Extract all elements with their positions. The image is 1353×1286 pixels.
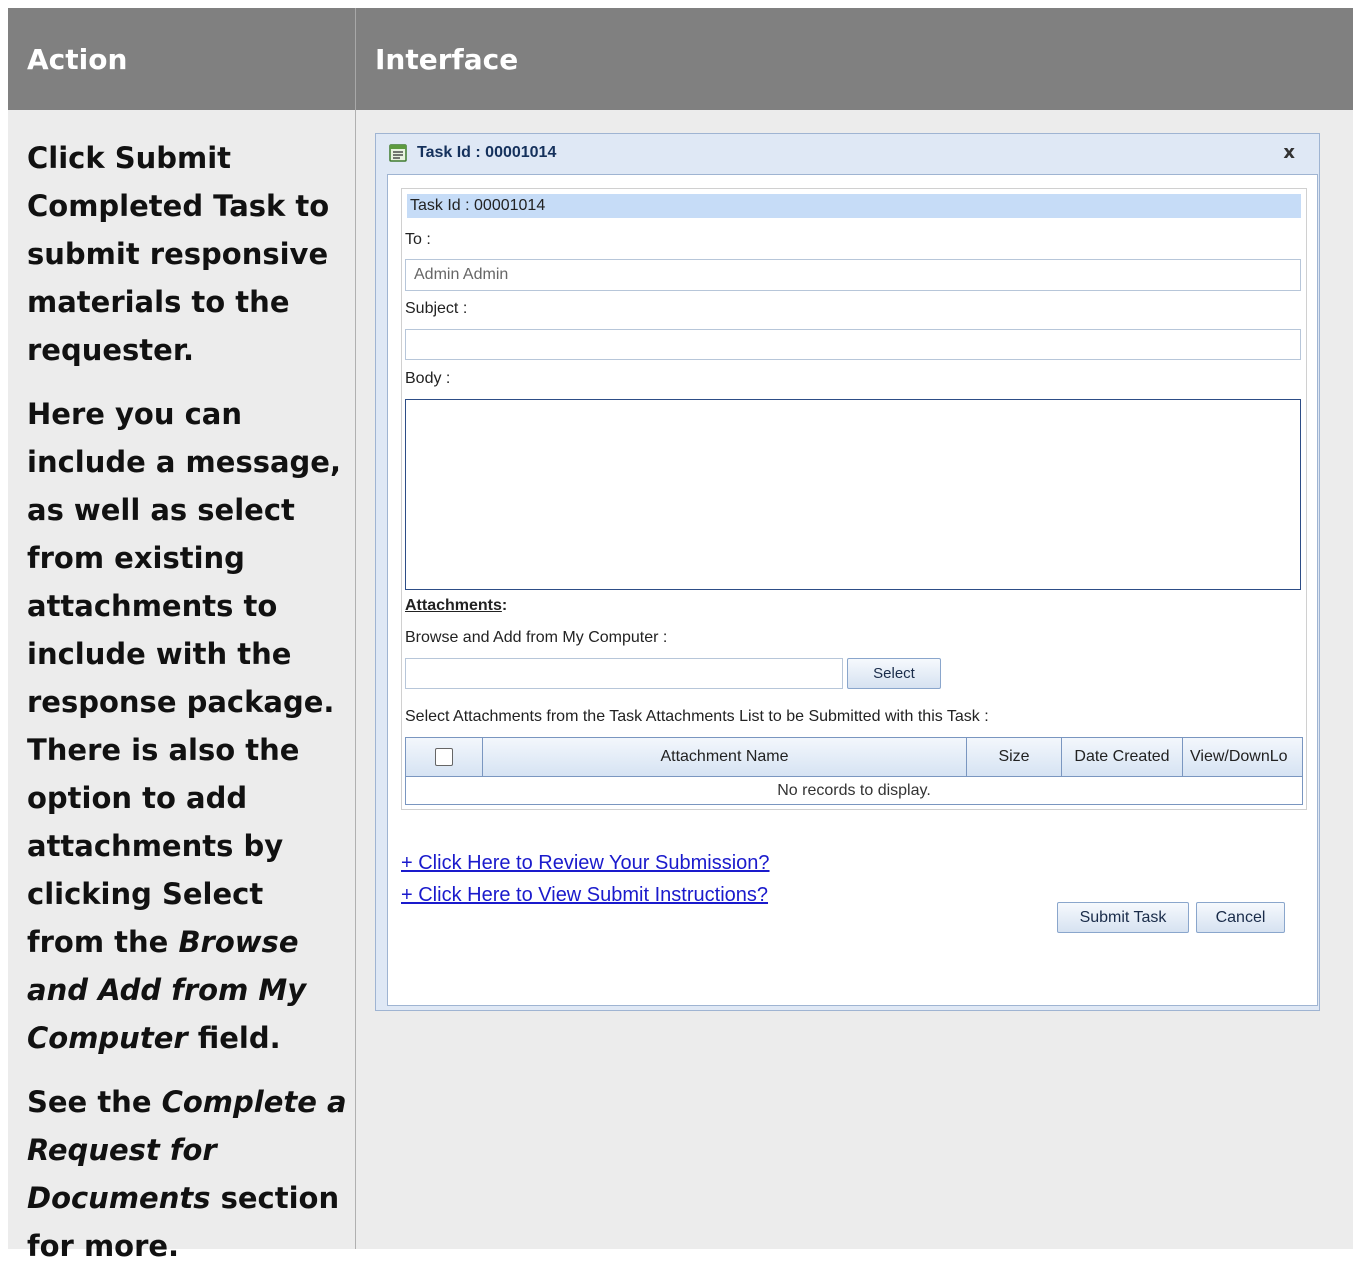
select-all-checkbox[interactable] [435, 748, 453, 766]
subject-label: Subject : [405, 300, 468, 317]
task-form-panel: Task Id : 00001014 To : Admin Admin Subj… [401, 188, 1307, 810]
close-icon[interactable]: x [1283, 142, 1295, 163]
grid-header: Attachment Name Size Date Created View/D… [406, 738, 1302, 777]
column-view-download[interactable]: View/DownLo [1183, 738, 1302, 776]
action-p3-text-a: See the [27, 1085, 162, 1119]
body-label: Body : [405, 370, 451, 387]
to-field[interactable]: Admin Admin [405, 259, 1301, 291]
instruction-table: Action Interface Click Submit Completed … [8, 8, 1353, 1263]
review-submission-link[interactable]: + Click Here to Review Your Submission? [401, 852, 770, 875]
select-file-button[interactable]: Select [847, 658, 941, 689]
subject-input[interactable] [405, 329, 1301, 360]
body-textarea[interactable] [405, 399, 1301, 590]
submit-task-button[interactable]: Submit Task [1057, 902, 1189, 933]
action-paragraph-2: Here you can include a message, as well … [27, 390, 347, 1062]
panel-header: Task Id : 00001014 [407, 194, 1301, 218]
header-interface: Interface [375, 42, 519, 76]
action-p2-text-b: field. [187, 1021, 281, 1055]
select-attachments-label: Select Attachments from the Task Attachm… [405, 708, 989, 725]
dialog-title: Task Id : 00001014 [417, 144, 557, 161]
attachments-label: Attachments [405, 597, 502, 614]
task-form-icon [389, 144, 407, 162]
column-attachment-name[interactable]: Attachment Name [483, 738, 967, 776]
column-size[interactable]: Size [967, 738, 1062, 776]
action-description: Click Submit Completed Task to submit re… [27, 134, 347, 1286]
attachments-colon: : [501, 597, 508, 614]
table-body-row: Click Submit Completed Task to submit re… [8, 110, 1353, 1263]
cancel-button[interactable]: Cancel [1196, 902, 1285, 933]
to-label: To : [405, 231, 431, 248]
browse-label: Browse and Add from My Computer : [405, 629, 668, 646]
attachments-heading: Attachments: [405, 597, 507, 615]
column-date-created[interactable]: Date Created [1062, 738, 1183, 776]
grid-empty-message: No records to display. [777, 781, 931, 799]
file-path-input[interactable] [405, 658, 843, 689]
grid-header-checkbox-cell [406, 738, 483, 776]
task-dialog: Task Id : 00001014 x Task Id : 00001014 … [375, 133, 1320, 1011]
header-action: Action [27, 42, 128, 76]
body-divider [355, 110, 356, 1249]
dialog-content: Task Id : 00001014 To : Admin Admin Subj… [387, 174, 1318, 1006]
view-instructions-link[interactable]: + Click Here to View Submit Instructions… [401, 884, 768, 907]
table-header: Action Interface [8, 8, 1353, 110]
action-paragraph-3: See the Complete a Request for Documents… [27, 1078, 347, 1270]
attachments-grid: Attachment Name Size Date Created View/D… [405, 737, 1303, 805]
action-paragraph-1: Click Submit Completed Task to submit re… [27, 141, 330, 367]
action-p2-text-a: Here you can include a message, as well … [27, 397, 341, 959]
dialog-titlebar[interactable]: Task Id : 00001014 [376, 134, 1319, 172]
